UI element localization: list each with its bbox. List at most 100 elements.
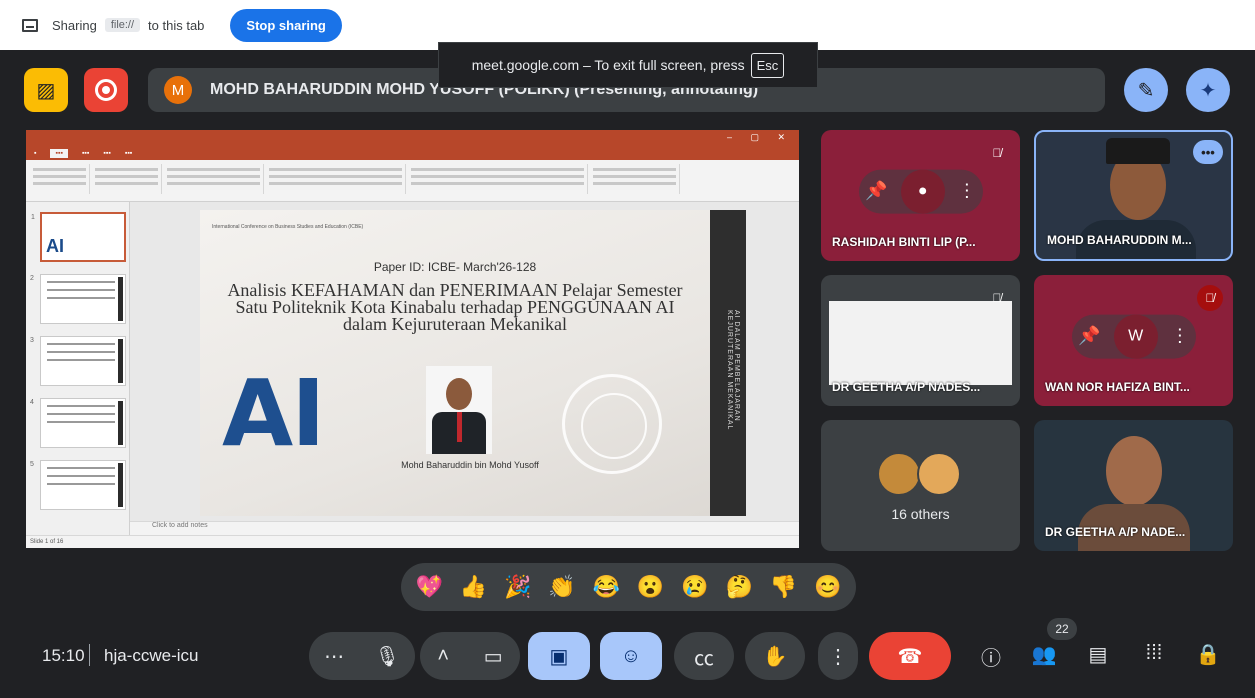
present-icon: ▣: [549, 645, 569, 668]
slide-count: Slide 1 of 16: [30, 539, 64, 545]
host-controls-icon[interactable]: 🔒: [1194, 642, 1222, 667]
more-options-button[interactable]: ⋮: [818, 632, 858, 680]
ppt-menu-item: ▪▪▪: [81, 149, 90, 157]
camera-off-indicator-button[interactable]: ▨: [24, 68, 68, 112]
notes-placeholder[interactable]: Click to add notes: [130, 521, 799, 535]
sharing-label: Sharing: [52, 17, 97, 33]
slide-ai-graphic: AI: [222, 360, 325, 467]
toast-text: meet.google.com – To exit full screen, p…: [471, 57, 745, 73]
annotate-button[interactable]: ✎: [1124, 68, 1168, 112]
hand-icon: ✋: [762, 645, 788, 668]
participant-tile[interactable]: 🎙̸ DR GEETHA A/P NADES...: [821, 275, 1020, 406]
tile-controls: 📌 W ⋮: [1071, 314, 1196, 359]
pin-icon[interactable]: 📌: [865, 181, 887, 202]
video-off-icon: ▨: [36, 79, 56, 102]
record-icon: [95, 79, 117, 101]
pen-icon: ✎: [1137, 79, 1155, 102]
participant-tile-active[interactable]: ••• MOHD BAHARUDDIN M...: [1034, 130, 1233, 261]
slide-thumbnails: 1 AI 2 3 4 5: [26, 202, 130, 535]
mic-controls: ⋯ 🎙: [309, 632, 415, 680]
reaction-thumbs-up[interactable]: 👍: [454, 574, 492, 600]
reactions-bar: 💖 👍 🎉 👏 😂 😮 😢 🤔 👎 😊: [401, 563, 856, 611]
participant-avatar: W: [1113, 314, 1158, 359]
recording-button[interactable]: [84, 68, 128, 112]
reaction-clap[interactable]: 👏: [543, 574, 581, 600]
reaction-thumbs-down[interactable]: 👎: [765, 574, 803, 600]
reaction-heart[interactable]: 💖: [410, 574, 448, 600]
captions-button[interactable]: ㏄: [674, 632, 734, 680]
camera-icon[interactable]: ▭: [484, 644, 503, 669]
participant-name: RASHIDAH BINTI LIP (P...: [832, 235, 976, 249]
reaction-party[interactable]: 🎉: [499, 574, 537, 600]
present-button[interactable]: ▣: [528, 632, 590, 680]
ppt-ribbon: [26, 160, 799, 202]
more-options-icon[interactable]: ⋮: [958, 181, 976, 202]
mic-off-icon: 🎙̸: [1197, 285, 1223, 311]
pin-icon[interactable]: 📌: [1078, 326, 1100, 347]
ppt-title-bar: – ▢ ✕: [26, 130, 799, 146]
author-photo: [426, 366, 492, 454]
leave-call-button[interactable]: ☎: [869, 632, 951, 680]
current-slide: International Conference on Business Stu…: [200, 210, 746, 516]
participant-name: MOHD BAHARUDDIN M...: [1047, 233, 1192, 247]
mechanical-engineering-emblem: [562, 374, 662, 474]
ribbon-group: [164, 164, 264, 194]
activities-icon[interactable]: ⁞⁞⁞: [1140, 642, 1168, 665]
participant-tile[interactable]: 🎙̸ 📌 ● ⋮ RASHIDAH BINTI LIP (P...: [821, 130, 1020, 261]
others-tile[interactable]: 16 others: [821, 420, 1020, 551]
meeting-time: 15:10: [42, 646, 85, 665]
bottom-bar: 15:10 hja-ccwe-icu ⋯ 🎙 ˄ ▭ ▣ ☺ ㏄ ✋ ⋮ ☎ ⓘ…: [0, 618, 1255, 684]
more-options-icon[interactable]: ⋮: [1171, 326, 1189, 347]
stop-sharing-button[interactable]: Stop sharing: [230, 8, 342, 42]
more-audio-options-icon[interactable]: ⋯: [324, 644, 344, 669]
ribbon-group: [30, 164, 90, 194]
slide-thumbnail: 2: [30, 274, 126, 324]
mic-off-icon: 🎙̸: [992, 146, 1002, 160]
participant-tile[interactable]: DR GEETHA A/P NADE...: [1034, 420, 1233, 551]
hang-up-icon: ☎: [897, 645, 923, 668]
people-icon[interactable]: 👥: [1030, 642, 1058, 667]
ribbon-group: [266, 164, 406, 194]
ribbon-group: [408, 164, 588, 194]
slide-sidebar: AI DALAM PEMBELAJARAN KEJURUTERAAN MEKAN…: [710, 210, 746, 516]
thumb-ai-text: AI: [46, 236, 64, 256]
reaction-surprised[interactable]: 😮: [632, 574, 670, 600]
gemini-button[interactable]: ✦: [1186, 68, 1230, 112]
sparkle-icon: ✦: [1199, 79, 1217, 102]
reaction-thinking[interactable]: 🤔: [720, 574, 758, 600]
slide-thumbnail: 1 AI: [31, 212, 126, 262]
add-reaction-icon[interactable]: 😊: [809, 574, 847, 600]
emoji-button[interactable]: ☺: [600, 632, 662, 680]
ribbon-group: [92, 164, 162, 194]
slide-editor-area: International Conference on Business Stu…: [130, 202, 799, 535]
reaction-sad[interactable]: 😢: [676, 574, 714, 600]
participant-avatar: ●: [900, 169, 945, 214]
participant-name: DR GEETHA A/P NADE...: [1045, 525, 1186, 539]
chevron-up-icon[interactable]: ˄: [437, 645, 449, 668]
others-count: 16 others: [891, 506, 950, 522]
participant-avatar: [877, 452, 921, 496]
info-icon[interactable]: ⓘ: [977, 642, 1005, 671]
ribbon-group: [590, 164, 680, 194]
divider: [89, 644, 90, 666]
camera-controls: ˄ ▭: [420, 632, 520, 680]
chat-icon[interactable]: ▤: [1084, 642, 1112, 667]
tile-controls: 📌 ● ⋮: [858, 169, 983, 214]
presentation-stage: – ▢ ✕ ▪ ▪▪▪ ▪▪▪ ▪▪▪ ▪▪▪ 1 AI 2 3 4 5 Int…: [26, 130, 799, 548]
slide-paper-id: Paper ID: ICBE- March'26-128: [373, 260, 537, 274]
participant-screen-preview: [829, 301, 1012, 385]
reaction-laugh[interactable]: 😂: [587, 574, 625, 600]
emoji-icon: ☺: [620, 644, 642, 667]
fullscreen-toast: meet.google.com – To exit full screen, p…: [438, 42, 818, 88]
esc-key: Esc: [750, 52, 785, 78]
participant-tile[interactable]: 🎙̸ 📌 W ⋮ WAN NOR HAFIZA BINT...: [1034, 275, 1233, 406]
microphone-icon[interactable]: 🎙: [374, 644, 399, 669]
meeting-code: hja-ccwe-icu: [104, 646, 199, 665]
screen-share-icon: [22, 18, 38, 32]
raise-hand-button[interactable]: ✋: [745, 632, 805, 680]
participant-name: DR GEETHA A/P NADES...: [832, 380, 981, 394]
slide-side-text: AI DALAM PEMBELAJARAN KEJURUTERAAN MEKAN…: [726, 310, 740, 431]
more-options-button[interactable]: •••: [1193, 140, 1223, 164]
sharing-suffix: to this tab: [148, 17, 205, 33]
ppt-menu-item: ▪▪▪: [124, 149, 133, 157]
